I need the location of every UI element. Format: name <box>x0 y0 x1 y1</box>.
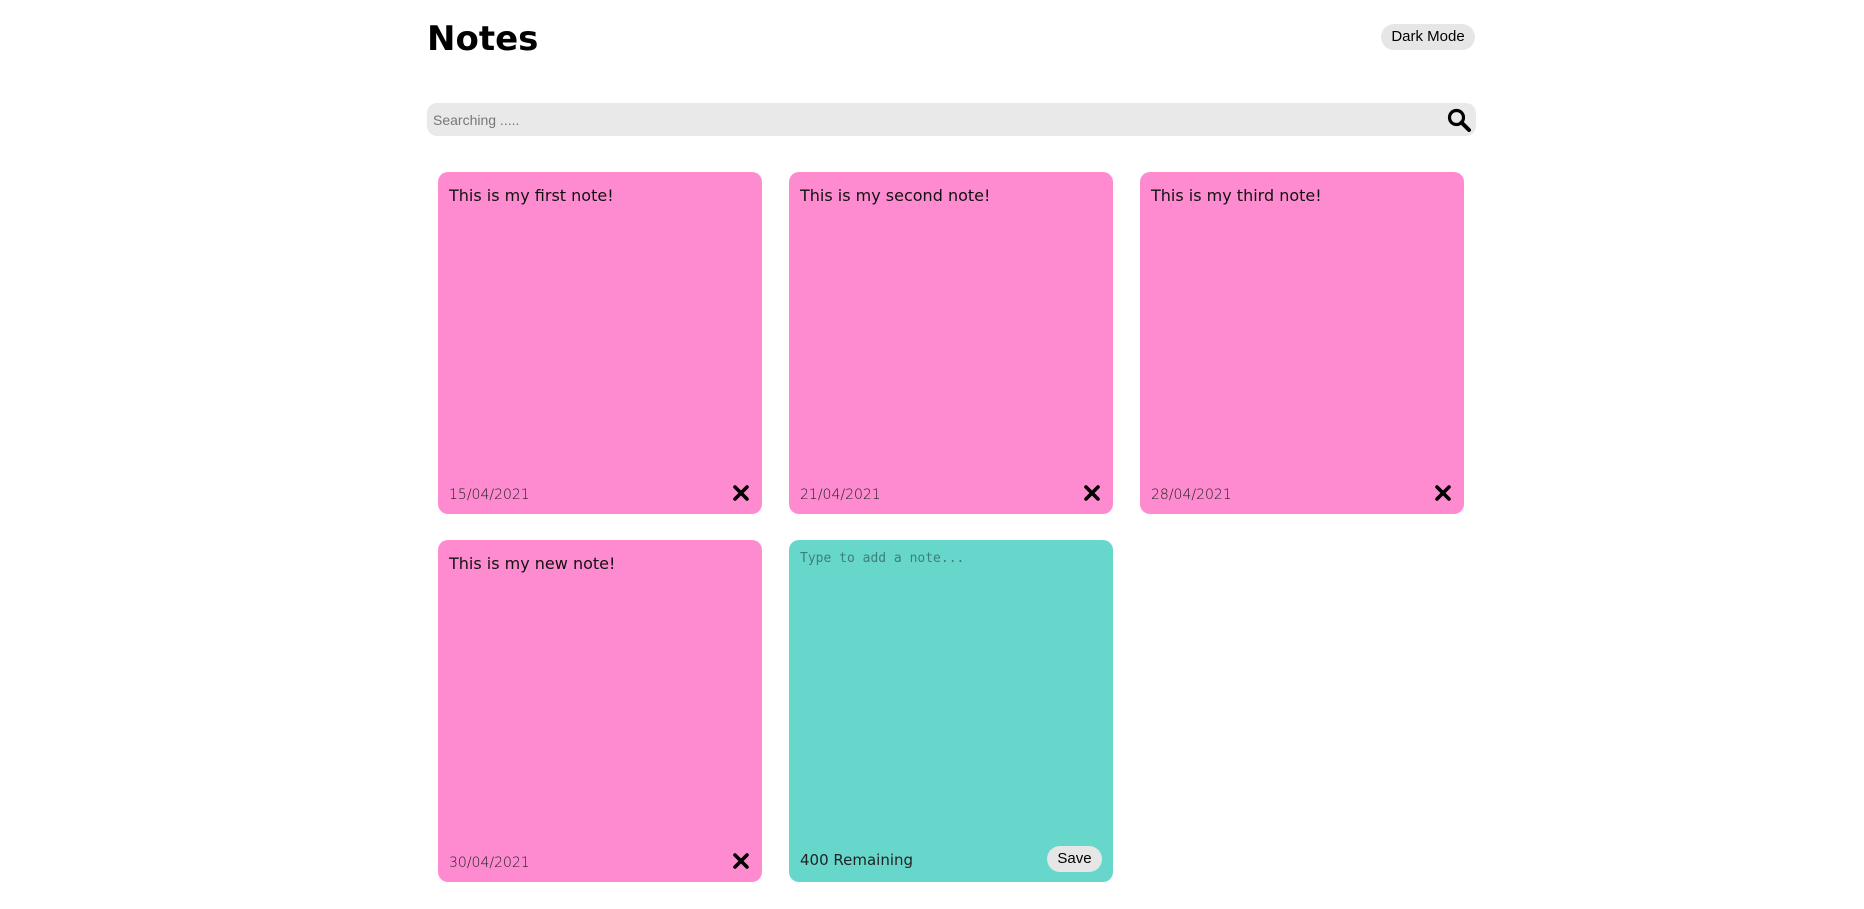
close-icon[interactable] <box>1083 484 1101 502</box>
notes-app: Notes Dark Mode This is my first note! 1… <box>0 0 1864 909</box>
note-card: This is my first note! 15/04/2021 <box>438 172 762 514</box>
search-bar <box>427 103 1476 136</box>
add-note-card: 400 Remaining Save <box>789 540 1113 882</box>
note-text: This is my third note! <box>1151 186 1322 205</box>
close-icon[interactable] <box>732 484 750 502</box>
note-date: 21/04/2021 <box>800 487 881 503</box>
close-icon[interactable] <box>1434 484 1452 502</box>
dark-mode-button[interactable]: Dark Mode <box>1381 24 1475 50</box>
note-card: This is my new note! 30/04/2021 <box>438 540 762 882</box>
close-icon[interactable] <box>732 852 750 870</box>
note-card: This is my second note! 21/04/2021 <box>789 172 1113 514</box>
note-card: This is my third note! 28/04/2021 <box>1140 172 1464 514</box>
page-title: Notes <box>427 19 539 59</box>
note-date: 15/04/2021 <box>449 487 530 503</box>
note-date: 28/04/2021 <box>1151 487 1232 503</box>
search-icon[interactable] <box>1446 107 1472 133</box>
note-text: This is my second note! <box>800 186 991 205</box>
note-text: This is my new note! <box>449 554 616 573</box>
save-button[interactable]: Save <box>1047 846 1102 872</box>
note-text: This is my first note! <box>449 186 614 205</box>
note-date: 30/04/2021 <box>449 855 530 871</box>
add-note-textarea[interactable] <box>800 551 1100 821</box>
remaining-count: 400 Remaining <box>800 851 914 869</box>
search-input[interactable] <box>433 107 1413 132</box>
